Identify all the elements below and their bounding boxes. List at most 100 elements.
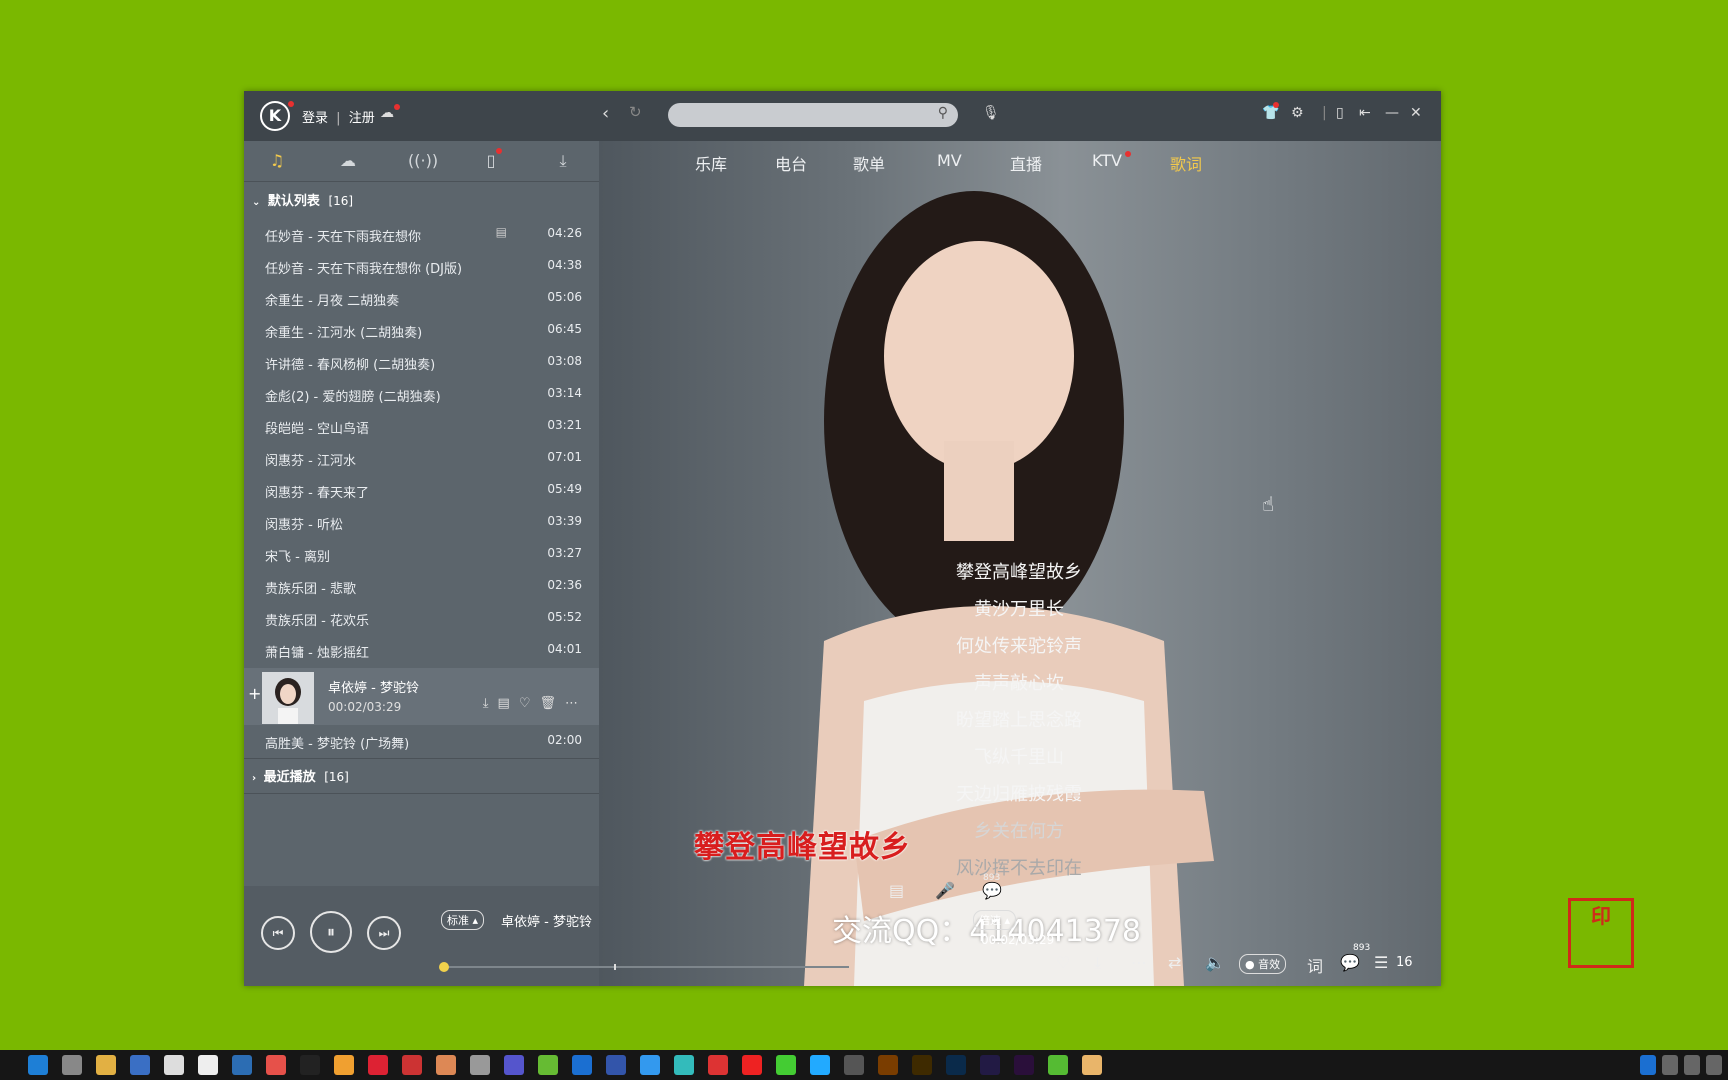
illustrator-icon[interactable] [878,1055,898,1075]
speed-selector[interactable]: 倍速 ▴ [973,910,1017,930]
mail-icon[interactable] [198,1055,218,1075]
mv-icon[interactable]: ▤ [498,696,519,711]
app-icon[interactable] [810,1055,830,1075]
collapse-mode-icon[interactable]: ⇤ [1359,105,1371,121]
volume-tray-icon[interactable] [1662,1055,1678,1075]
edge-icon[interactable] [28,1055,48,1075]
list-item[interactable]: 余重生 - 月夜 二胡独奏 05:06 [244,282,599,314]
kugou-logo[interactable]: K [260,101,290,131]
phone-icon[interactable]: ▯ [479,151,503,171]
premiere-icon[interactable] [1014,1055,1034,1075]
heart-icon[interactable]: ♡ [1056,953,1070,972]
nav-library[interactable]: 乐库 [695,151,727,175]
app-icon[interactable] [776,1055,796,1075]
app-icon[interactable] [334,1055,354,1075]
close-icon[interactable]: ✕ [1410,105,1422,121]
mv-icon[interactable]: ▤ [496,225,507,239]
cloud-icon[interactable]: ☁ [336,151,360,171]
microphone-app-icon[interactable] [62,1055,82,1075]
after-effects-icon[interactable] [980,1055,1000,1075]
app-icon[interactable] [606,1055,626,1075]
sound-effect-button[interactable]: ● 音效 [1239,954,1287,974]
download-icon[interactable]: ⤓ [1094,953,1101,973]
3d-app-icon[interactable] [130,1055,150,1075]
minimize-icon[interactable]: — [1385,105,1399,121]
app-icon[interactable] [436,1055,456,1075]
trash-icon[interactable]: 🗑 [539,696,565,711]
ime-tray-icon[interactable] [1706,1055,1722,1075]
list-item[interactable]: 余重生 - 江河水 (二胡独奏) 06:45 [244,314,599,346]
heart-icon[interactable]: ♡ [519,696,540,711]
nav-mv[interactable]: MV [937,151,962,170]
now-playing-item[interactable]: + 卓依婷 - 梦驼铃 00:02/03:29 ⤓▤♡🗑⋯ [244,668,599,725]
app-icon[interactable] [708,1055,728,1075]
refresh-icon[interactable]: ↻ [629,103,642,121]
app-icon[interactable] [470,1055,490,1075]
list-item[interactable]: 贵族乐团 - 悲歌 02:36 [244,570,599,602]
progress-handle[interactable] [439,962,449,972]
recent-header[interactable]: › 最近播放 [16] [252,766,349,785]
radio-icon[interactable]: ((·)) [408,151,438,171]
volume-icon[interactable]: 🔈 [1205,953,1225,972]
photoshop-icon[interactable] [946,1055,966,1075]
playlist-header[interactable]: ⌄ 默认列表 [16] [252,190,353,209]
list-item[interactable]: 任妙音 - 天在下雨我在想你 ▤ 04:26 [244,218,599,250]
nav-ktv[interactable]: KTV [1092,151,1122,170]
queue-icon[interactable]: ☰ [1374,953,1388,972]
login-link[interactable]: 登录 [302,111,328,126]
cloud-sync-icon[interactable]: ☁ [380,105,394,121]
nav-lyrics[interactable]: 歌词 [1170,151,1202,175]
kugou-tray-icon[interactable] [1640,1055,1656,1075]
music-note-icon[interactable]: ♫ [265,151,289,171]
progress-bar[interactable] [439,962,849,972]
add-icon[interactable]: + [248,684,261,703]
app-icon[interactable] [504,1055,524,1075]
qq-icon[interactable] [300,1055,320,1075]
app-icon[interactable] [742,1055,762,1075]
list-item[interactable]: 闵惠芬 - 春天来了 05:49 [244,474,599,506]
kugou-taskbar-icon[interactable] [572,1055,592,1075]
pause-button[interactable]: ⏸ [310,911,352,953]
quality-selector[interactable]: 标准 ▴ [441,910,485,930]
word-icon[interactable] [232,1055,252,1075]
search-input[interactable]: ⚲ [668,103,958,127]
bridge-icon[interactable] [912,1055,932,1075]
app-icon[interactable] [844,1055,864,1075]
download-icon[interactable]: ⤓ [483,696,498,711]
back-icon[interactable]: ‹ [602,103,609,124]
app-icon[interactable] [674,1055,694,1075]
app-icon[interactable] [1082,1055,1102,1075]
register-link[interactable]: 注册 [349,111,375,126]
app-icon[interactable] [1048,1055,1068,1075]
gear-icon[interactable]: ⚙ [1291,105,1304,121]
file-explorer-icon[interactable] [96,1055,116,1075]
list-item[interactable]: 闵惠芬 - 江河水 07:01 [244,442,599,474]
comment-icon[interactable]: 💬 [1340,953,1360,972]
network-tray-icon[interactable] [1684,1055,1700,1075]
microphone-icon[interactable]: 🎙 [982,105,1000,121]
repeat-icon[interactable]: ⇄ [1168,953,1181,972]
app-icon[interactable] [402,1055,422,1075]
list-item[interactable]: 贵族乐团 - 花欢乐 05:52 [244,602,599,634]
more-icon[interactable]: ⋯ [1131,953,1147,972]
list-item[interactable]: 段皑皑 - 空山鸟语 03:21 [244,410,599,442]
app-icon[interactable] [640,1055,660,1075]
app-icon[interactable] [266,1055,286,1075]
previous-button[interactable]: ⏮ [261,916,295,950]
more-icon[interactable]: ⋯ [565,696,587,711]
list-item[interactable]: 许讲德 - 春风杨柳 (二胡独奏) 03:08 [244,346,599,378]
mini-mode-icon[interactable]: ▯ [1336,105,1344,121]
nav-live[interactable]: 直播 [1010,151,1042,175]
download-icon[interactable]: ⤓ [551,151,575,171]
list-item[interactable]: 任妙音 - 天在下雨我在想你 (DJ版) 04:38 [244,250,599,282]
nav-radio[interactable]: 电台 [775,151,807,175]
lyrics-button[interactable]: 词 [1307,953,1323,977]
app-icon[interactable] [538,1055,558,1075]
next-button[interactable]: ⏭ [367,916,401,950]
nav-playlists[interactable]: 歌单 [853,151,885,175]
list-item[interactable]: 宋飞 - 离别 03:27 [244,538,599,570]
list-item[interactable]: 闵惠芬 - 听松 03:39 [244,506,599,538]
app-icon[interactable] [368,1055,388,1075]
list-item[interactable]: 萧白镛 - 烛影摇红 04:01 [244,634,599,666]
list-item[interactable]: 高胜美 - 梦驼铃 (广场舞) 02:00 [244,725,599,757]
